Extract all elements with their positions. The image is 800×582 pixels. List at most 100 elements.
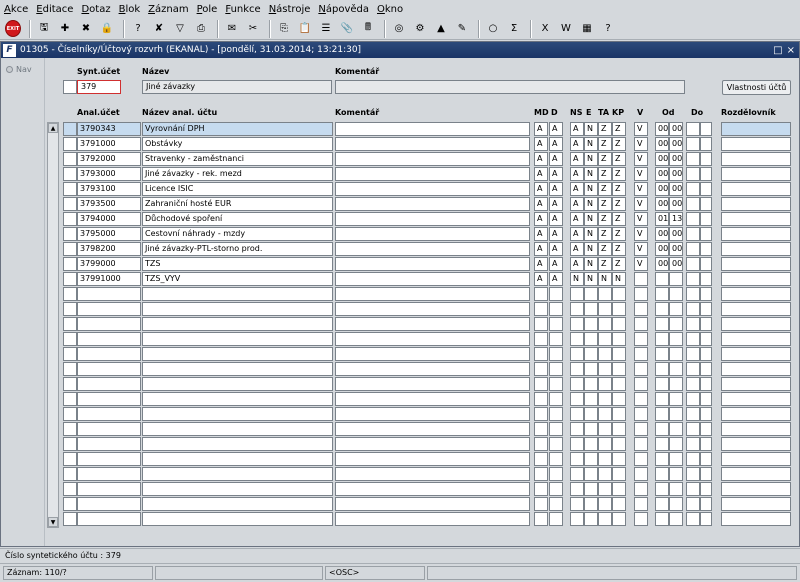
cell-od2[interactable]: 00 xyxy=(669,182,683,196)
cell-ns[interactable] xyxy=(570,287,584,301)
cell-od1[interactable] xyxy=(655,497,669,511)
cell-ta[interactable]: N xyxy=(598,272,612,286)
cell-d[interactable] xyxy=(549,347,563,361)
cell-d[interactable] xyxy=(549,287,563,301)
cell-v[interactable] xyxy=(634,437,648,451)
cell-name[interactable] xyxy=(142,482,333,496)
cell-kp[interactable] xyxy=(612,377,626,391)
help-icon[interactable]: ? xyxy=(599,20,617,38)
cell-acc[interactable]: 3799000 xyxy=(77,257,141,271)
cell-od2[interactable] xyxy=(669,347,683,361)
cell-ns[interactable] xyxy=(570,437,584,451)
cell-ta[interactable] xyxy=(598,407,612,421)
cell-e[interactable]: N xyxy=(584,182,598,196)
cell-ns[interactable]: A xyxy=(570,197,584,211)
cell-comment[interactable] xyxy=(335,137,530,151)
cell-e[interactable] xyxy=(584,302,598,316)
cell-od1[interactable] xyxy=(655,302,669,316)
cell-rozd[interactable] xyxy=(721,272,791,286)
cell-rozd[interactable] xyxy=(721,242,791,256)
cell-ta[interactable] xyxy=(598,467,612,481)
cell-rozd[interactable] xyxy=(721,452,791,466)
cell-acc[interactable] xyxy=(77,467,141,481)
cell-ta[interactable] xyxy=(598,332,612,346)
cell-d[interactable] xyxy=(549,452,563,466)
paste-icon[interactable]: 📋 xyxy=(296,20,314,38)
cell-rozd[interactable] xyxy=(721,392,791,406)
cell-comment[interactable] xyxy=(335,122,530,136)
cell-do1[interactable] xyxy=(686,167,700,181)
cell-md[interactable] xyxy=(534,287,548,301)
cell-name[interactable] xyxy=(142,467,333,481)
cell-d[interactable]: A xyxy=(549,152,563,166)
cell-ta[interactable]: Z xyxy=(598,242,612,256)
cell-rozd[interactable] xyxy=(721,182,791,196)
cell-do2[interactable] xyxy=(700,347,712,361)
cell-comment[interactable] xyxy=(335,482,530,496)
cell-od1[interactable] xyxy=(655,362,669,376)
cell-od1[interactable]: 00 xyxy=(655,167,669,181)
cell-md[interactable] xyxy=(534,362,548,376)
cell-od2[interactable] xyxy=(669,287,683,301)
menu-item[interactable]: Nápověda xyxy=(318,4,369,15)
cell-name[interactable]: Vyrovnání DPH xyxy=(142,122,333,136)
cell-do2[interactable] xyxy=(700,332,712,346)
cell-ta[interactable]: Z xyxy=(598,167,612,181)
cell-kp[interactable] xyxy=(612,482,626,496)
cell-od1[interactable] xyxy=(655,317,669,331)
cell-od1[interactable] xyxy=(655,437,669,451)
cell-do1[interactable] xyxy=(686,212,700,226)
cell-comment[interactable] xyxy=(335,467,530,481)
cell-rozd[interactable] xyxy=(721,407,791,421)
filter-icon[interactable]: ▽ xyxy=(171,20,189,38)
cell-name[interactable]: Jiné závazky-PTL-storno prod. xyxy=(142,242,333,256)
query-icon[interactable]: ? xyxy=(129,20,147,38)
cell-do1[interactable] xyxy=(686,182,700,196)
cell-do1[interactable] xyxy=(686,422,700,436)
cell-acc[interactable]: 3795000 xyxy=(77,227,141,241)
cell-od2[interactable] xyxy=(669,512,683,526)
cell-acc[interactable]: 3792000 xyxy=(77,152,141,166)
cell-v[interactable] xyxy=(634,467,648,481)
cell-do1[interactable] xyxy=(686,272,700,286)
cell-do2[interactable] xyxy=(700,257,712,271)
cell-v[interactable] xyxy=(634,497,648,511)
cell-e[interactable]: N xyxy=(584,212,598,226)
cell-do1[interactable] xyxy=(686,137,700,151)
cell-ta[interactable] xyxy=(598,317,612,331)
cell-od2[interactable] xyxy=(669,332,683,346)
cell-ns[interactable] xyxy=(570,512,584,526)
cell-comment[interactable] xyxy=(335,437,530,451)
cell-od1[interactable] xyxy=(655,377,669,391)
cell-d[interactable]: A xyxy=(549,242,563,256)
cell-rozd[interactable] xyxy=(721,212,791,226)
cell-name[interactable] xyxy=(142,407,333,421)
cell-ns[interactable]: A xyxy=(570,152,584,166)
settings-icon[interactable]: ⚙ xyxy=(411,20,429,38)
cell-do1[interactable] xyxy=(686,452,700,466)
cell-e[interactable]: N xyxy=(584,257,598,271)
cell-name[interactable]: Licence ISIC xyxy=(142,182,333,196)
nav-button[interactable]: Nav xyxy=(6,65,44,74)
cell-e[interactable]: N xyxy=(584,242,598,256)
cell-v[interactable] xyxy=(634,512,648,526)
cell-md[interactable] xyxy=(534,452,548,466)
copy-icon[interactable]: ⎘ xyxy=(275,20,293,38)
cell-do2[interactable] xyxy=(700,182,712,196)
cell-kp[interactable]: Z xyxy=(612,152,626,166)
cell-od2[interactable] xyxy=(669,437,683,451)
cell-do2[interactable] xyxy=(700,152,712,166)
cell-ns[interactable] xyxy=(570,332,584,346)
cell-kp[interactable]: Z xyxy=(612,122,626,136)
cell-d[interactable] xyxy=(549,332,563,346)
cell-v[interactable] xyxy=(634,317,648,331)
cell-acc[interactable] xyxy=(77,422,141,436)
cell-od2[interactable] xyxy=(669,317,683,331)
cell-ns[interactable]: A xyxy=(570,227,584,241)
cell-ns[interactable] xyxy=(570,317,584,331)
cell-od2[interactable] xyxy=(669,497,683,511)
menu-item[interactable]: Nástroje xyxy=(269,4,311,15)
cell-e[interactable]: N xyxy=(584,137,598,151)
cell-md[interactable]: A xyxy=(534,272,548,286)
cell-od1[interactable]: 00 xyxy=(655,242,669,256)
